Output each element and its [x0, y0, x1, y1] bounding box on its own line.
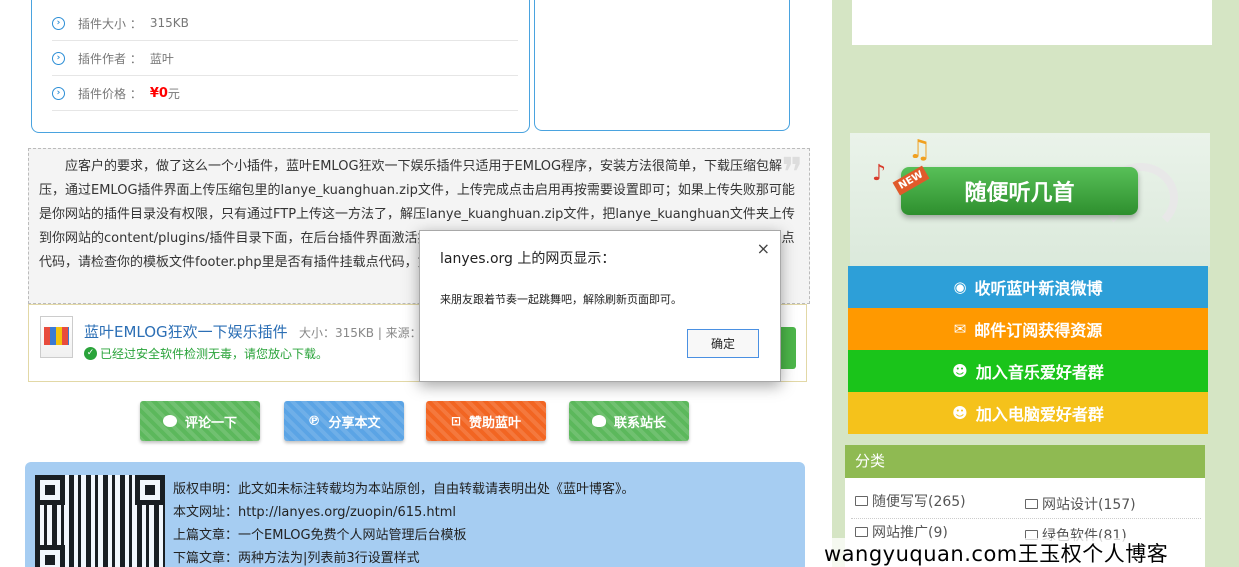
- close-icon[interactable]: ×: [757, 239, 770, 258]
- alert-dialog: lanyes.org 上的网页显示： × 来朋友跟着节奏一起跳舞吧，解除刷新页面…: [419, 230, 781, 382]
- dialog-message: 来朋友跟着节奏一起跳舞吧，解除刷新页面即可。: [440, 293, 682, 306]
- ok-button[interactable]: 确定: [687, 329, 759, 358]
- dialog-title: lanyes.org 上的网页显示：: [440, 251, 616, 267]
